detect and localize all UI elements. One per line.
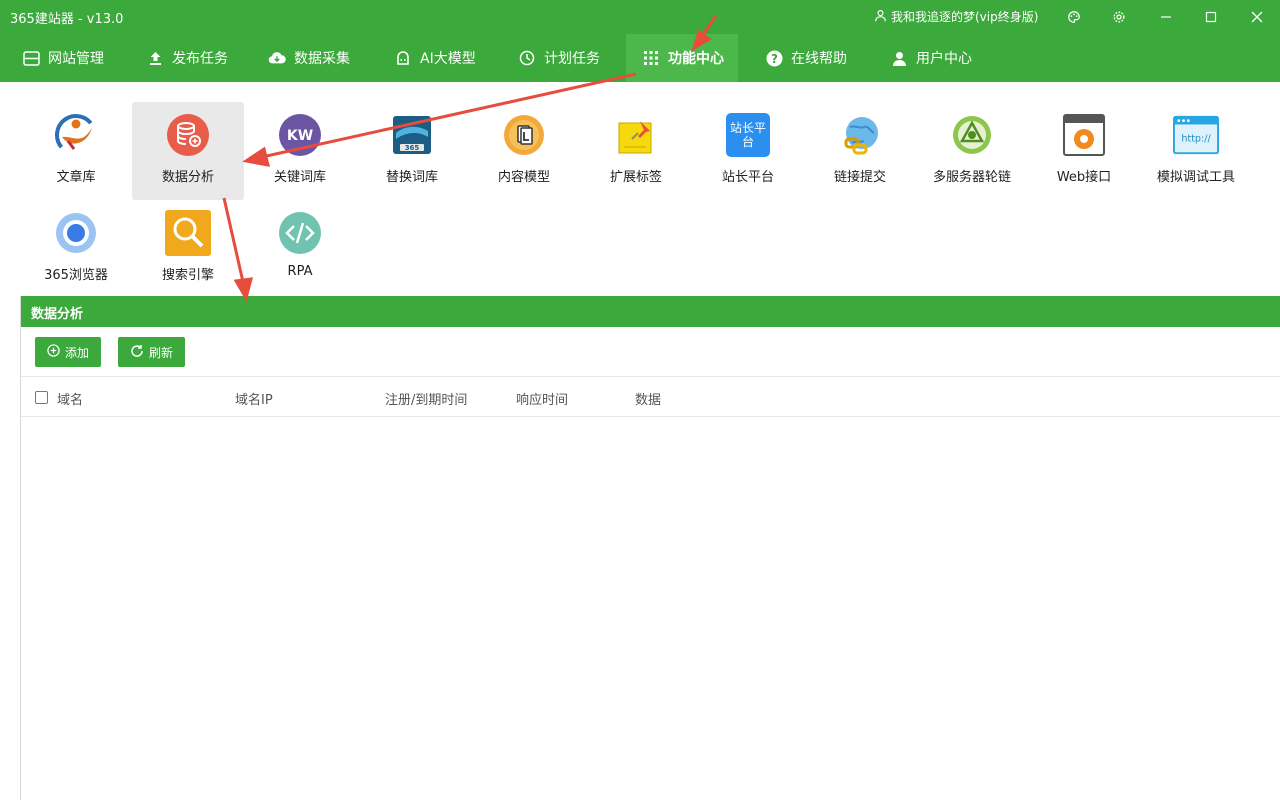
func-label: Web接口 bbox=[1056, 170, 1112, 185]
func-rpa[interactable]: RPA bbox=[244, 200, 356, 298]
nav-ai-model[interactable]: AI大模型 bbox=[394, 34, 476, 82]
select-all-checkbox[interactable] bbox=[35, 391, 48, 404]
func-extend-tags[interactable]: 扩展标签 bbox=[580, 102, 692, 200]
func-webmaster-platform[interactable]: 站长平台 站长平台 bbox=[692, 102, 804, 200]
svg-text:http://: http:// bbox=[1181, 134, 1211, 145]
nav-data-collect[interactable]: 数据采集 bbox=[268, 34, 350, 82]
nav-function-center[interactable]: 功能中心 bbox=[626, 34, 738, 82]
chrome-icon bbox=[53, 210, 99, 256]
maximize-icon[interactable] bbox=[1201, 7, 1221, 27]
func-link-submit[interactable]: 链接提交 bbox=[804, 102, 916, 200]
nav-publish-task[interactable]: 发布任务 bbox=[146, 34, 228, 82]
clock-icon bbox=[518, 49, 536, 67]
grid-icon bbox=[642, 49, 660, 67]
add-label: 添加 bbox=[65, 345, 90, 360]
func-search-engine[interactable]: 搜索引擎 bbox=[132, 200, 244, 298]
title-bar: 365建站器 - v13.0 我和我追逐的梦(vip终身版) bbox=[0, 0, 1280, 34]
nav-label: 发布任务 bbox=[172, 51, 228, 67]
data-analysis-panel: 数据分析 添加 刷新 域名 域名IP 注册/到期时间 响应时间 数据 bbox=[20, 296, 1280, 800]
refresh-label: 刷新 bbox=[149, 345, 174, 360]
nav-label: AI大模型 bbox=[420, 51, 476, 67]
help-icon: ? bbox=[765, 49, 783, 67]
func-article-library[interactable]: 文章库 bbox=[20, 102, 132, 200]
nav-online-help[interactable]: ? 在线帮助 bbox=[765, 34, 847, 82]
add-button[interactable]: 添加 bbox=[35, 337, 102, 367]
svg-text:KW: KW bbox=[287, 128, 313, 144]
func-web-api[interactable]: Web接口 bbox=[1028, 102, 1140, 200]
palette-icon[interactable] bbox=[1064, 7, 1084, 27]
func-label: RPA bbox=[287, 264, 313, 279]
web-api-icon bbox=[1061, 112, 1107, 158]
nav-site-management[interactable]: 网站管理 bbox=[22, 34, 104, 82]
func-label: 扩展标签 bbox=[609, 170, 662, 185]
func-replace-library[interactable]: 365 替换词库 bbox=[356, 102, 468, 200]
person-icon bbox=[890, 49, 908, 67]
nav-label: 数据采集 bbox=[294, 51, 350, 67]
panel-toolbar: 添加 刷新 bbox=[21, 327, 1280, 377]
nav-label: 计划任务 bbox=[544, 51, 600, 67]
func-label: 365浏览器 bbox=[44, 268, 108, 283]
nav-label: 网站管理 bbox=[48, 51, 104, 67]
func-label: 模拟调试工具 bbox=[1156, 170, 1235, 185]
func-content-model[interactable]: 内容模型 bbox=[468, 102, 580, 200]
sticky-note-icon bbox=[613, 112, 659, 158]
func-365-browser[interactable]: 365浏览器 bbox=[20, 200, 132, 298]
func-label: 内容模型 bbox=[497, 170, 550, 185]
robot-icon bbox=[394, 49, 412, 67]
func-label: 多服务器轮链 bbox=[932, 170, 1011, 185]
col-response-time[interactable]: 响应时间 bbox=[516, 389, 568, 408]
link-globe-icon bbox=[837, 112, 883, 158]
content-model-icon bbox=[501, 112, 547, 158]
svg-text:365: 365 bbox=[405, 144, 420, 152]
webmaster-icon: 站长平台 bbox=[725, 112, 771, 158]
replace-library-icon: 365 bbox=[389, 112, 435, 158]
app-title: 365建站器 - v13.0 bbox=[10, 12, 124, 27]
main-nav: 网站管理 发布任务 数据采集 AI大模型 计划任务 功能中心 ? 在线帮助 用户… bbox=[0, 34, 1280, 82]
multi-server-icon bbox=[949, 112, 995, 158]
table-header: 域名 域名IP 注册/到期时间 响应时间 数据 bbox=[21, 377, 1280, 417]
func-label: 替换词库 bbox=[385, 170, 438, 185]
nav-user-center[interactable]: 用户中心 bbox=[890, 34, 972, 82]
article-library-icon bbox=[53, 112, 99, 158]
col-data[interactable]: 数据 bbox=[635, 389, 661, 408]
panel-title: 数据分析 bbox=[21, 296, 1280, 327]
func-label: 链接提交 bbox=[833, 170, 886, 185]
refresh-icon bbox=[130, 344, 144, 361]
cloud-download-icon bbox=[268, 49, 286, 67]
col-domain-ip[interactable]: 域名IP bbox=[235, 389, 273, 408]
func-label: 搜索引擎 bbox=[161, 268, 214, 283]
func-multi-server-link[interactable]: 多服务器轮链 bbox=[916, 102, 1028, 200]
col-domain[interactable]: 域名 bbox=[57, 389, 83, 408]
close-icon[interactable] bbox=[1247, 7, 1267, 27]
user-name: 我和我追逐的梦(vip终身版) bbox=[891, 10, 1039, 24]
minimize-icon[interactable] bbox=[1156, 7, 1176, 27]
refresh-button[interactable]: 刷新 bbox=[118, 337, 186, 367]
user-icon bbox=[874, 9, 887, 25]
col-reg-expiry[interactable]: 注册/到期时间 bbox=[385, 389, 467, 408]
code-icon bbox=[277, 210, 323, 256]
func-label: 关键词库 bbox=[273, 170, 326, 185]
http-browser-icon: http:// bbox=[1173, 112, 1219, 158]
table-body bbox=[21, 417, 1280, 800]
func-data-analysis[interactable]: 数据分析 bbox=[132, 102, 244, 200]
keyword-icon: KW bbox=[277, 112, 323, 158]
func-keyword-library[interactable]: KW 关键词库 bbox=[244, 102, 356, 200]
database-icon bbox=[165, 112, 211, 158]
func-label: 数据分析 bbox=[161, 170, 214, 185]
nav-scheduled-task[interactable]: 计划任务 bbox=[518, 34, 600, 82]
func-label: 站长平台 bbox=[721, 170, 774, 185]
func-debug-tool[interactable]: http:// 模拟调试工具 bbox=[1140, 102, 1252, 200]
search-icon bbox=[165, 210, 211, 256]
nav-label: 功能中心 bbox=[668, 51, 724, 67]
nav-label: 在线帮助 bbox=[791, 51, 847, 67]
user-account[interactable]: 我和我追逐的梦(vip终身版) bbox=[874, 8, 1038, 25]
window-icon bbox=[22, 49, 40, 67]
plus-circle-icon bbox=[47, 344, 60, 360]
func-label: 文章库 bbox=[56, 170, 96, 185]
settings-icon[interactable] bbox=[1109, 7, 1129, 27]
nav-label: 用户中心 bbox=[916, 51, 972, 67]
svg-text:?: ? bbox=[771, 52, 778, 66]
upload-icon bbox=[146, 49, 164, 67]
